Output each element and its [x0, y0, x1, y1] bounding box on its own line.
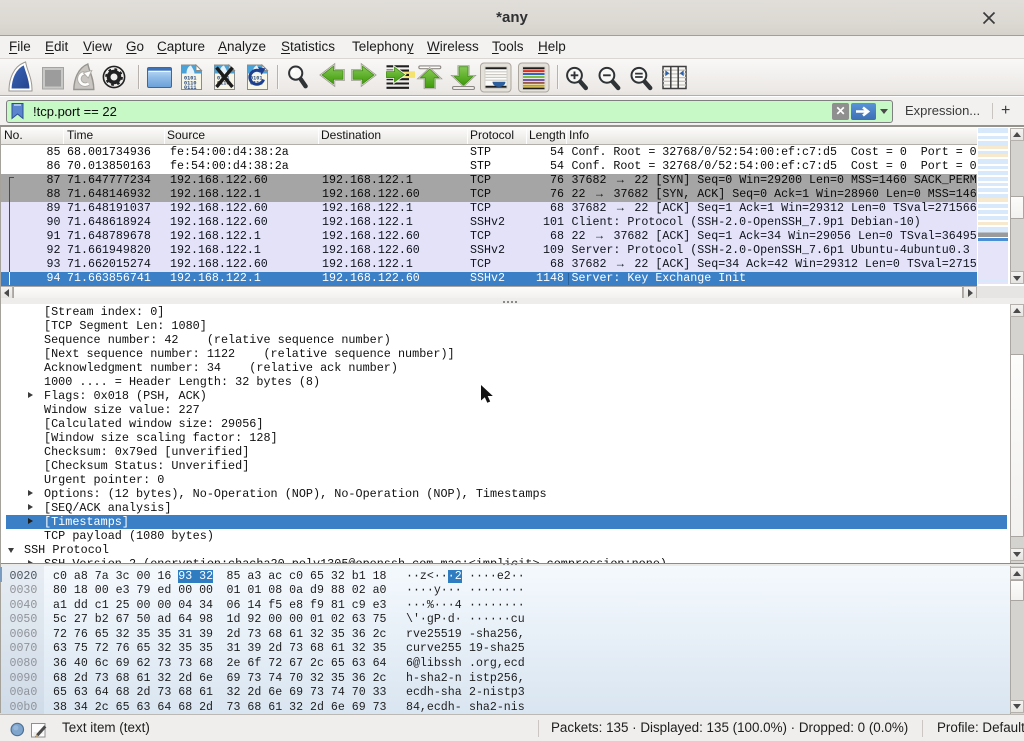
svg-text:0111: 0111 [184, 85, 196, 91]
